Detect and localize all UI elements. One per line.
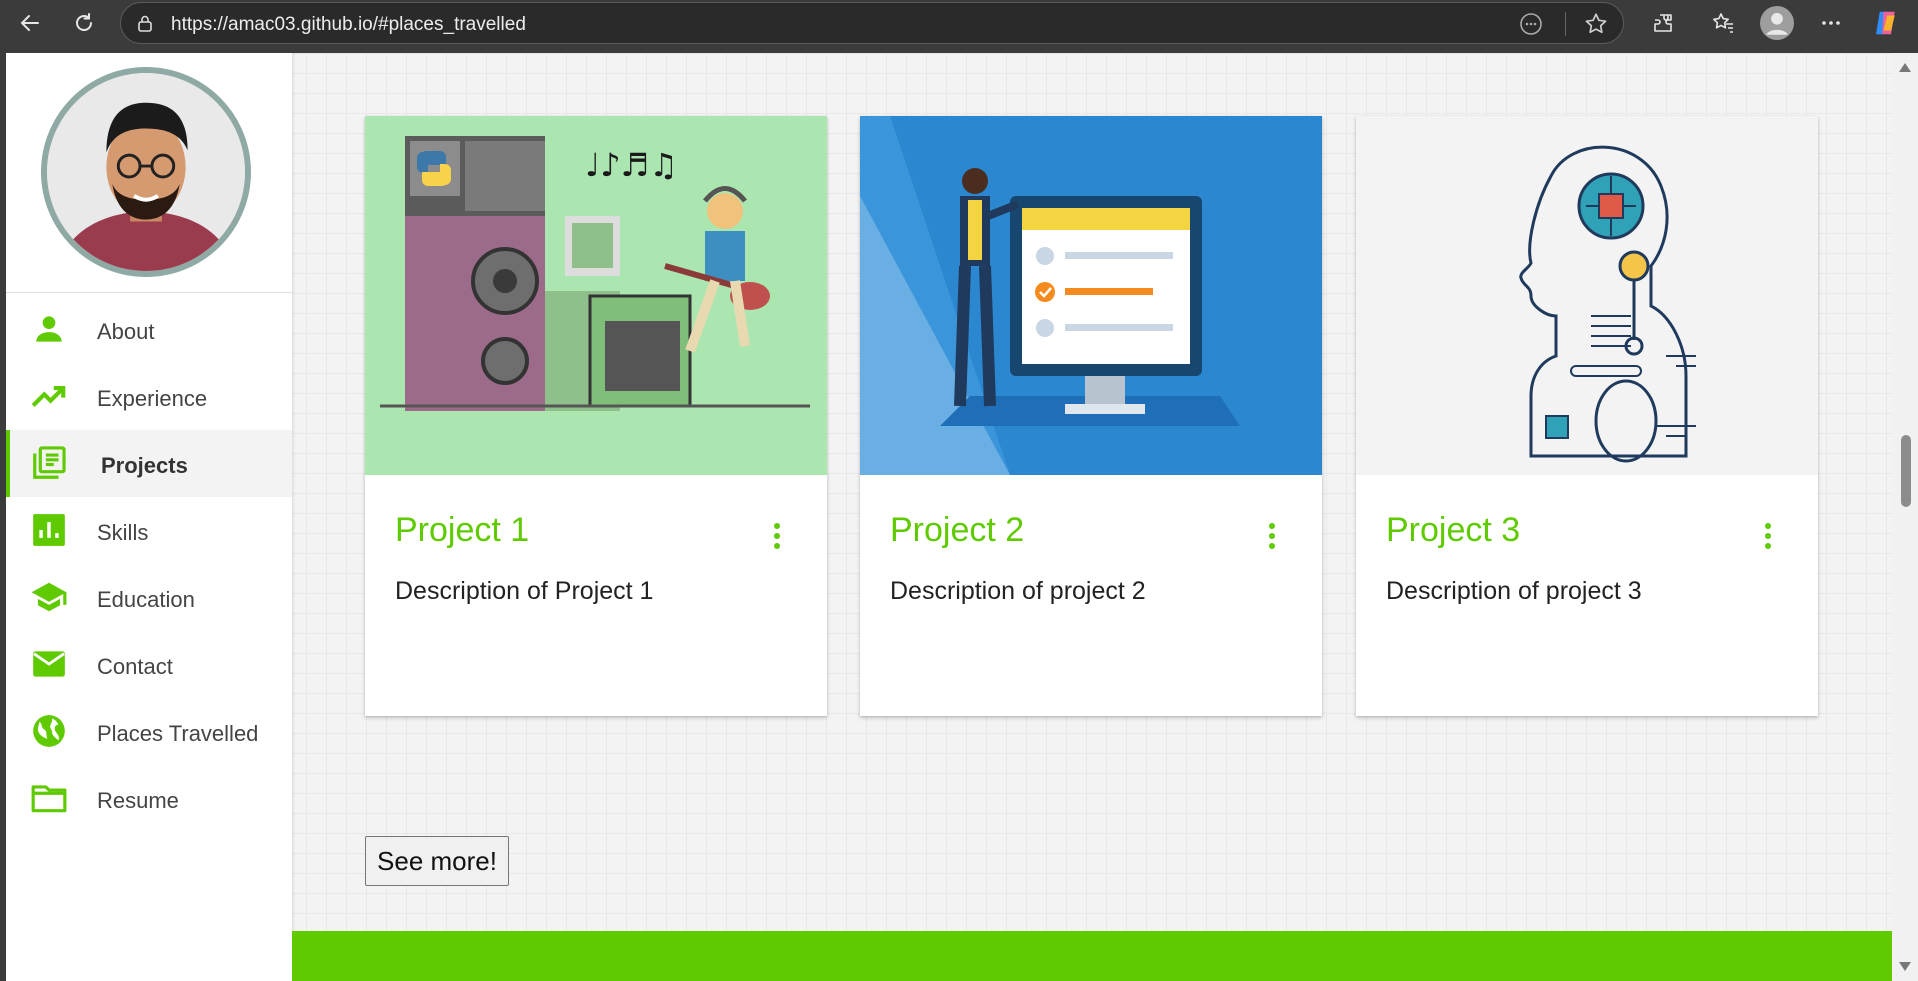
more-vertical-icon[interactable] bbox=[1756, 519, 1780, 553]
graduation-cap-icon bbox=[31, 582, 67, 612]
project-image bbox=[1356, 116, 1818, 475]
sidebar-item-label: Resume bbox=[97, 788, 179, 813]
sidebar-item-places-travelled[interactable]: Places Travelled bbox=[6, 698, 292, 765]
more-options-button[interactable] bbox=[1811, 6, 1851, 40]
extensions-button[interactable] bbox=[1643, 6, 1683, 40]
reload-icon bbox=[76, 13, 92, 31]
project-title[interactable]: Project 2 bbox=[890, 511, 1024, 550]
project-description: Description of project 2 bbox=[890, 577, 1146, 605]
profile-button[interactable] bbox=[1757, 6, 1797, 40]
project-description: Description of project 3 bbox=[1386, 577, 1642, 605]
more-vertical-icon[interactable] bbox=[1260, 519, 1284, 553]
page-viewport: About Experience Projects Skills Educati… bbox=[6, 53, 1892, 981]
copilot-icon bbox=[1876, 11, 1895, 35]
see-more-button[interactable]: See more! bbox=[365, 836, 509, 886]
project-card: ♩♪♬♫ Project 1 Description of Project 1 bbox=[365, 116, 827, 716]
sidebar-item-experience[interactable]: Experience bbox=[6, 363, 292, 430]
music-studio-illustration: ♩♪♬♫ bbox=[380, 136, 810, 411]
divider bbox=[1565, 12, 1566, 36]
browser-toolbar: https://amac03.github.io/#places_travell… bbox=[0, 0, 1918, 53]
sidebar-item-resume[interactable]: Resume bbox=[6, 765, 292, 832]
copilot-button[interactable] bbox=[1866, 6, 1906, 40]
green-footer-bar bbox=[292, 931, 1892, 981]
sidebar-item-label: Skills bbox=[97, 520, 149, 545]
address-bar[interactable]: https://amac03.github.io/#places_travell… bbox=[120, 2, 1624, 44]
project-title[interactable]: Project 1 bbox=[395, 511, 529, 550]
sidebar-item-label: Places Travelled bbox=[97, 721, 259, 746]
sidebar-item-skills[interactable]: Skills bbox=[6, 497, 292, 564]
globe-icon bbox=[33, 715, 65, 747]
project-card: Project 3 Description of project 3 bbox=[1356, 116, 1818, 716]
more-horizontal-icon bbox=[1822, 21, 1840, 25]
sidebar-item-projects[interactable]: Projects bbox=[6, 430, 292, 497]
ai-robot-illustration bbox=[1519, 145, 1696, 463]
sidebar-item-label: Education bbox=[97, 587, 195, 612]
vertical-scrollbar[interactable] bbox=[1892, 53, 1918, 981]
reload-button[interactable] bbox=[64, 6, 104, 40]
lock-icon bbox=[138, 15, 152, 32]
sidebar-item-label: About bbox=[97, 319, 155, 344]
sidebar-item-about[interactable]: About bbox=[6, 296, 292, 363]
favorites-icon bbox=[1713, 13, 1733, 33]
avatar bbox=[41, 67, 251, 277]
sidebar-nav: About Experience Projects Skills Educati… bbox=[6, 293, 292, 832]
sidebar-item-label: Projects bbox=[101, 453, 188, 478]
project-card: Project 2 Description of project 2 bbox=[860, 116, 1322, 716]
profile-section bbox=[6, 53, 292, 293]
more-vertical-icon[interactable] bbox=[765, 519, 789, 553]
arrow-left-icon bbox=[20, 15, 39, 31]
presentation-illustration bbox=[860, 116, 1240, 475]
star-icon[interactable] bbox=[1583, 11, 1609, 37]
sidebar-item-label: Experience bbox=[97, 386, 208, 411]
project-title[interactable]: Project 3 bbox=[1386, 511, 1520, 550]
account-icon bbox=[1760, 6, 1794, 40]
url-text[interactable]: https://amac03.github.io/#places_travell… bbox=[171, 14, 526, 36]
mail-icon bbox=[33, 651, 65, 677]
scroll-up-arrow-icon[interactable] bbox=[1899, 63, 1911, 72]
scroll-down-arrow-icon[interactable] bbox=[1899, 962, 1911, 971]
folder-icon bbox=[31, 785, 67, 813]
puzzle-icon bbox=[1654, 14, 1672, 32]
person-icon bbox=[36, 316, 62, 342]
sidebar-item-contact[interactable]: Contact bbox=[6, 631, 292, 698]
scrollbar-thumb[interactable] bbox=[1901, 435, 1911, 507]
profile-photo bbox=[47, 73, 245, 271]
library-books-icon bbox=[33, 446, 66, 479]
project-image: ♩♪♬♫ bbox=[365, 116, 827, 475]
trending-up-icon bbox=[31, 386, 66, 407]
sidebar-item-label: Contact bbox=[97, 654, 173, 679]
svg-text:♩♪♬♫: ♩♪♬♫ bbox=[585, 146, 678, 184]
project-image bbox=[860, 116, 1322, 475]
back-button[interactable] bbox=[10, 6, 50, 40]
sidebar: About Experience Projects Skills Educati… bbox=[6, 53, 292, 981]
favorites-button[interactable] bbox=[1703, 6, 1743, 40]
bar-chart-icon bbox=[33, 514, 65, 546]
sidebar-item-education[interactable]: Education bbox=[6, 564, 292, 631]
reader-mode-icon[interactable] bbox=[1519, 12, 1543, 36]
project-description: Description of Project 1 bbox=[395, 577, 654, 605]
